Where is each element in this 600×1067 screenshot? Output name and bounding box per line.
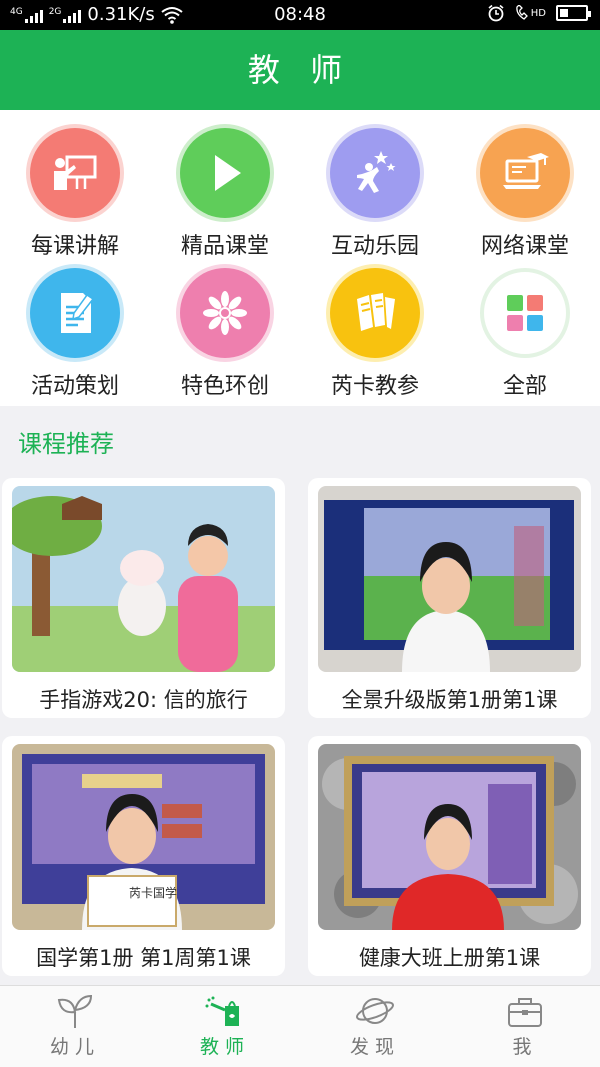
feature-label: 活动策划 (30, 374, 119, 399)
feature-wangluo-ketang[interactable]: 网络课堂 (450, 128, 600, 260)
course-thumbnail: 芮卡国学 (12, 744, 275, 930)
course-title: 全景升级版第1册第1课 (341, 688, 558, 712)
tab-label: 发现 (349, 1036, 400, 1058)
tab-wo[interactable]: 我 (450, 986, 600, 1067)
feature-label: 每课讲解 (30, 234, 119, 259)
tab-label: 幼儿 (49, 1036, 100, 1058)
course-card[interactable]: 健康大班上册第1课 (308, 736, 591, 976)
feature-huodong-cehua[interactable]: 活动策划 (0, 268, 150, 400)
feature-tese-huanchuang[interactable]: 特色环创 (150, 268, 300, 400)
flower-icon (180, 268, 270, 358)
course-thumbnail (318, 486, 581, 672)
feature-label: 特色环创 (180, 374, 269, 399)
feature-grid: 每课讲解 精品课堂 互动乐园 网络课堂 活动策划 特色环创 芮卡教参 全部 (0, 110, 600, 406)
play-icon (180, 128, 270, 218)
battery-icon (556, 5, 591, 21)
page-title: 教 师 (0, 30, 600, 110)
tab-label: 我 (512, 1036, 538, 1058)
feature-label: 精品课堂 (180, 234, 269, 259)
book-cover-text: 芮卡国学 (128, 886, 177, 900)
status-bar: 4G 2G 0.31K/s 08:48 HD (0, 0, 600, 30)
feature-quanbu[interactable]: 全部 (450, 268, 600, 400)
volte-icon: HD (515, 5, 546, 21)
course-title: 国学第1册 第1周第1课 (36, 946, 251, 970)
section-title: 课程推荐 (18, 430, 114, 458)
course-card[interactable]: 手指游戏20: 信的旅行 (2, 478, 285, 718)
tab-label: 教师 (199, 1036, 250, 1058)
course-card[interactable]: 全景升级版第1册第1课 (308, 478, 591, 718)
feature-label: 网络课堂 (480, 234, 569, 259)
volte-label: HD (530, 7, 546, 19)
teacher-board-icon (30, 128, 120, 218)
course-card[interactable]: 芮卡国学 国学第1册 第1周第1课 (2, 736, 285, 976)
feature-label: 芮卡教参 (330, 374, 419, 399)
planet-icon (356, 998, 394, 1024)
feature-label: 全部 (502, 374, 547, 399)
sprout-icon (57, 994, 93, 1028)
briefcase-icon (508, 998, 542, 1027)
stars-person-icon (330, 128, 420, 218)
watering-can-icon (205, 996, 239, 1026)
feature-meike-jiangjie[interactable]: 每课讲解 (0, 128, 150, 260)
feature-hudong-leyuan[interactable]: 互动乐园 (300, 128, 450, 260)
feature-ruika-jiaocan[interactable]: 芮卡教参 (300, 268, 450, 400)
tab-jiaoshi[interactable]: 教师 (150, 986, 300, 1067)
document-pen-icon (30, 268, 120, 358)
tab-youer[interactable]: 幼儿 (0, 986, 150, 1067)
bottom-tab-bar: 幼儿 教师 发现 我 (0, 985, 600, 1067)
course-thumbnail (318, 744, 581, 930)
graduation-laptop-icon (480, 128, 570, 218)
all-tiles-icon (480, 268, 570, 358)
feature-jingpin-ketang[interactable]: 精品课堂 (150, 128, 300, 260)
course-title: 健康大班上册第1课 (358, 946, 541, 970)
course-title: 手指游戏20: 信的旅行 (39, 688, 248, 712)
books-icon (330, 268, 420, 358)
tab-faxian[interactable]: 发现 (300, 986, 450, 1067)
course-thumbnail (12, 486, 275, 672)
alarm-icon (488, 4, 504, 22)
feature-label: 互动乐园 (330, 234, 419, 259)
